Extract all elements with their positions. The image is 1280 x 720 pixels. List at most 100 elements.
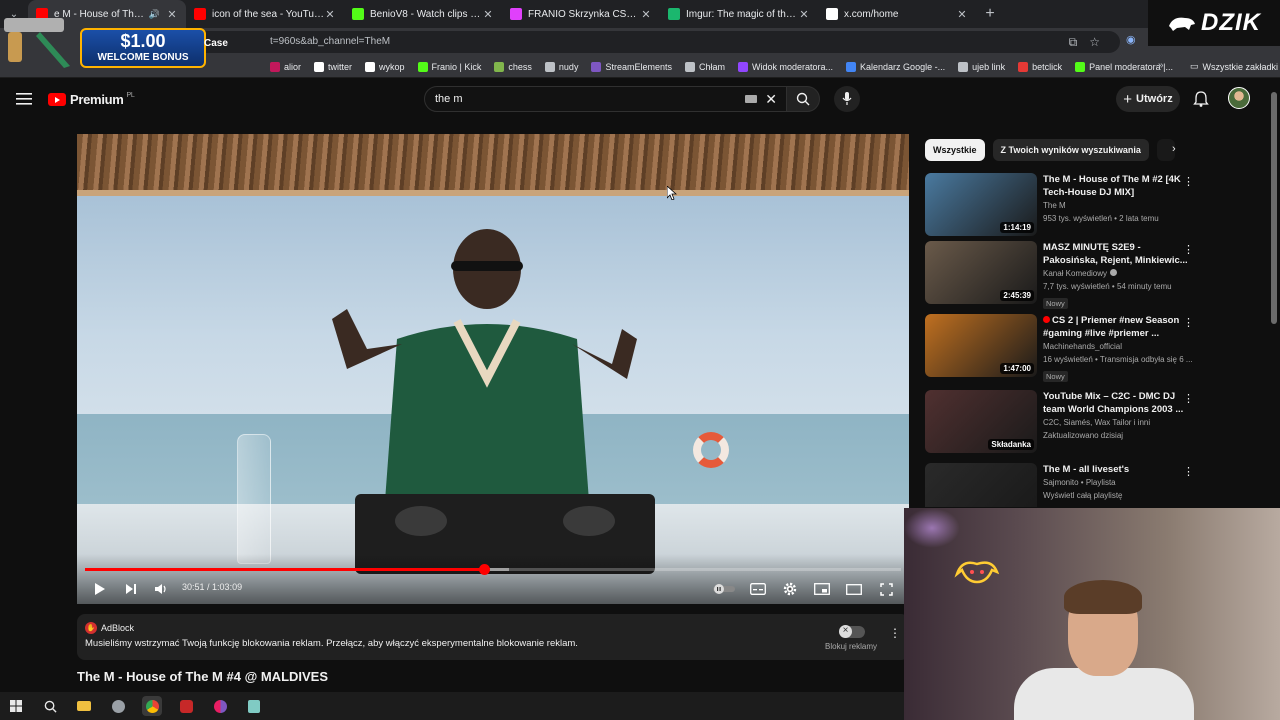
bookmark-star-icon[interactable]: ☆ xyxy=(1089,35,1100,50)
notifications-bell-icon[interactable] xyxy=(1192,90,1210,108)
create-button[interactable]: + Utwórz xyxy=(1116,86,1180,112)
taskbar-file-explorer[interactable] xyxy=(74,696,94,716)
recommendation-item[interactable]: The M - all liveset's Sajmonito • Playlis… xyxy=(925,463,1200,507)
search-input[interactable] xyxy=(435,93,735,105)
filter-chip[interactable]: Wszystkie xyxy=(925,139,985,161)
close-tab-icon[interactable]: ✕ xyxy=(324,8,336,21)
taskbar-app-2[interactable] xyxy=(244,696,264,716)
case-icon xyxy=(510,8,522,20)
bookmark-label: Chłam xyxy=(698,61,725,72)
bookmark-item[interactable]: Kalendarz Google -... xyxy=(846,61,945,72)
url-field[interactable]: t=960s&ab_channel=TheM ⧉ ☆ xyxy=(180,31,1120,53)
bonus-text: WELCOME BONUS xyxy=(97,52,189,63)
close-tab-icon[interactable]: ✕ xyxy=(640,8,652,21)
chevron-right-icon[interactable]: › xyxy=(1172,143,1176,155)
bookmark-item[interactable]: ujeb link xyxy=(958,61,1005,72)
taskbar-obs[interactable] xyxy=(176,696,196,716)
filter-chip[interactable]: Z Twoich wyników wyszukiwania xyxy=(992,139,1149,161)
menu-icon[interactable] xyxy=(16,92,32,106)
recommendation-channel: Machinehands_official xyxy=(1043,340,1193,353)
recommendation-title[interactable]: The M - all liveset's xyxy=(1043,463,1193,476)
taskbar-chrome[interactable] xyxy=(142,696,162,716)
recommendation-title[interactable]: YouTube Mix – C2C - DMC DJ team World Ch… xyxy=(1043,390,1193,416)
play-button[interactable] xyxy=(91,580,109,598)
browser-tab[interactable]: Imgur: The magic of the Interne✕ xyxy=(660,0,818,28)
more-actions-icon[interactable]: ⋮ xyxy=(1183,175,1194,188)
keyboard-icon[interactable] xyxy=(745,95,757,103)
browser-tab[interactable]: BenioV8 - Watch clips on Kick✕ xyxy=(344,0,502,28)
progress-bar[interactable] xyxy=(85,564,901,575)
promo-brand-logo: Case xyxy=(204,38,228,49)
close-tab-icon[interactable]: ✕ xyxy=(798,8,810,21)
mute-button[interactable] xyxy=(152,580,170,598)
block-ads-toggle[interactable] xyxy=(839,625,865,638)
bookmark-item[interactable]: nudy xyxy=(544,61,578,72)
install-app-icon[interactable]: ⧉ xyxy=(1069,35,1078,50)
more-actions-icon[interactable]: ⋮ xyxy=(1183,243,1194,256)
page-scrollbar[interactable] xyxy=(1271,92,1277,324)
recommendation-item[interactable]: Składanka YouTube Mix – C2C - DMC DJ team… xyxy=(925,390,1200,456)
autoplay-toggle[interactable] xyxy=(713,580,735,598)
progress-scrubber[interactable] xyxy=(479,564,491,575)
bookmarks-overflow-icon[interactable]: » xyxy=(1158,60,1164,71)
extension-icon[interactable]: ◉ xyxy=(1126,33,1140,47)
recommendation-thumbnail[interactable] xyxy=(925,463,1037,507)
more-options-icon[interactable]: ⋮ xyxy=(889,626,901,640)
bookmark-item[interactable]: betclick xyxy=(1018,61,1062,72)
all-bookmarks-button[interactable]: ▭ Wszystkie zakładki xyxy=(1190,61,1278,72)
more-actions-icon[interactable]: ⋮ xyxy=(1183,465,1194,478)
new-tab-button[interactable]: + xyxy=(976,0,1004,28)
bookmark-item[interactable]: wykop xyxy=(365,61,405,72)
microphone-icon xyxy=(842,92,852,105)
recommendation-title[interactable]: CS 2 | Priemer #new Season #gaming #live… xyxy=(1043,314,1193,340)
recommendation-item[interactable]: 1:14:19 The M - House of The M #2 [4K Tec… xyxy=(925,173,1200,239)
close-tab-icon[interactable]: ✕ xyxy=(482,8,494,21)
bookmark-favicon-icon xyxy=(738,61,748,72)
subtitles-button[interactable] xyxy=(749,580,767,598)
settings-button[interactable] xyxy=(781,580,799,598)
recommendation-title[interactable]: MASZ MINUTĘ S2E9 - Pakosińska, Rejent, M… xyxy=(1043,241,1193,267)
taskbar-app-1[interactable] xyxy=(108,696,128,716)
folder-icon xyxy=(77,701,91,711)
recommendation-item[interactable]: 1:47:00 CS 2 | Priemer #new Season #gamin… xyxy=(925,314,1200,382)
bookmark-favicon-icon xyxy=(1018,61,1029,72)
bookmark-item[interactable]: Widok moderatora... xyxy=(738,61,833,72)
bookmark-label: wykop xyxy=(379,61,405,72)
bookmark-item[interactable]: chess xyxy=(494,61,532,72)
bookmark-item[interactable]: Franio | Kick xyxy=(417,61,481,72)
taskbar-chrome-profile[interactable] xyxy=(210,696,230,716)
theater-mode-button[interactable] xyxy=(845,580,863,598)
youtube-premium-logo[interactable]: Premium PL xyxy=(48,92,135,107)
recommendation-thumbnail[interactable]: 2:45:39 xyxy=(925,241,1037,304)
recommendation-thumbnail[interactable]: Składanka xyxy=(925,390,1037,453)
app-icon xyxy=(248,699,260,713)
bookmark-item[interactable]: StreamElements xyxy=(591,61,672,72)
fullscreen-button[interactable] xyxy=(877,580,895,598)
account-avatar[interactable] xyxy=(1228,87,1250,109)
more-actions-icon[interactable]: ⋮ xyxy=(1183,392,1194,405)
recommendation-thumbnail[interactable]: 1:14:19 xyxy=(925,173,1037,236)
recommendation-thumbnail[interactable]: 1:47:00 xyxy=(925,314,1037,377)
voice-search-button[interactable] xyxy=(834,86,860,112)
windows-start-button[interactable] xyxy=(6,696,26,716)
bookmark-item[interactable]: Chłam xyxy=(684,61,725,72)
browser-tab[interactable]: x.com/home ✕ xyxy=(818,0,976,28)
miniplayer-button[interactable] xyxy=(813,580,831,598)
duration-badge: Składanka xyxy=(988,439,1034,450)
taskbar-search-button[interactable] xyxy=(40,696,60,716)
clear-search-icon[interactable]: ✕ xyxy=(765,91,777,108)
browser-tab[interactable]: FRANIO Skrzynka CS2 (CS:GO)✕ xyxy=(502,0,660,28)
video-player[interactable]: 30:51 / 1:03:09 xyxy=(77,134,909,604)
more-actions-icon[interactable]: ⋮ xyxy=(1183,316,1194,329)
dzik-logo-text: DZIK xyxy=(1201,9,1261,36)
search-icon xyxy=(796,92,810,106)
knife-gun-graphic-icon xyxy=(4,18,70,68)
next-button[interactable] xyxy=(122,580,140,598)
block-ads-label: Blokuj reklamy xyxy=(825,642,878,651)
search-button[interactable] xyxy=(786,86,820,112)
recommendation-title[interactable]: The M - House of The M #2 [4K Tech-House… xyxy=(1043,173,1193,199)
close-tab-icon[interactable]: ✕ xyxy=(956,8,968,21)
recommendation-item[interactable]: 2:45:39 MASZ MINUTĘ S2E9 - Pakosińska, Re… xyxy=(925,241,1200,309)
bookmark-item[interactable]: twitter xyxy=(314,61,352,72)
bookmark-item[interactable]: alior xyxy=(270,61,301,72)
